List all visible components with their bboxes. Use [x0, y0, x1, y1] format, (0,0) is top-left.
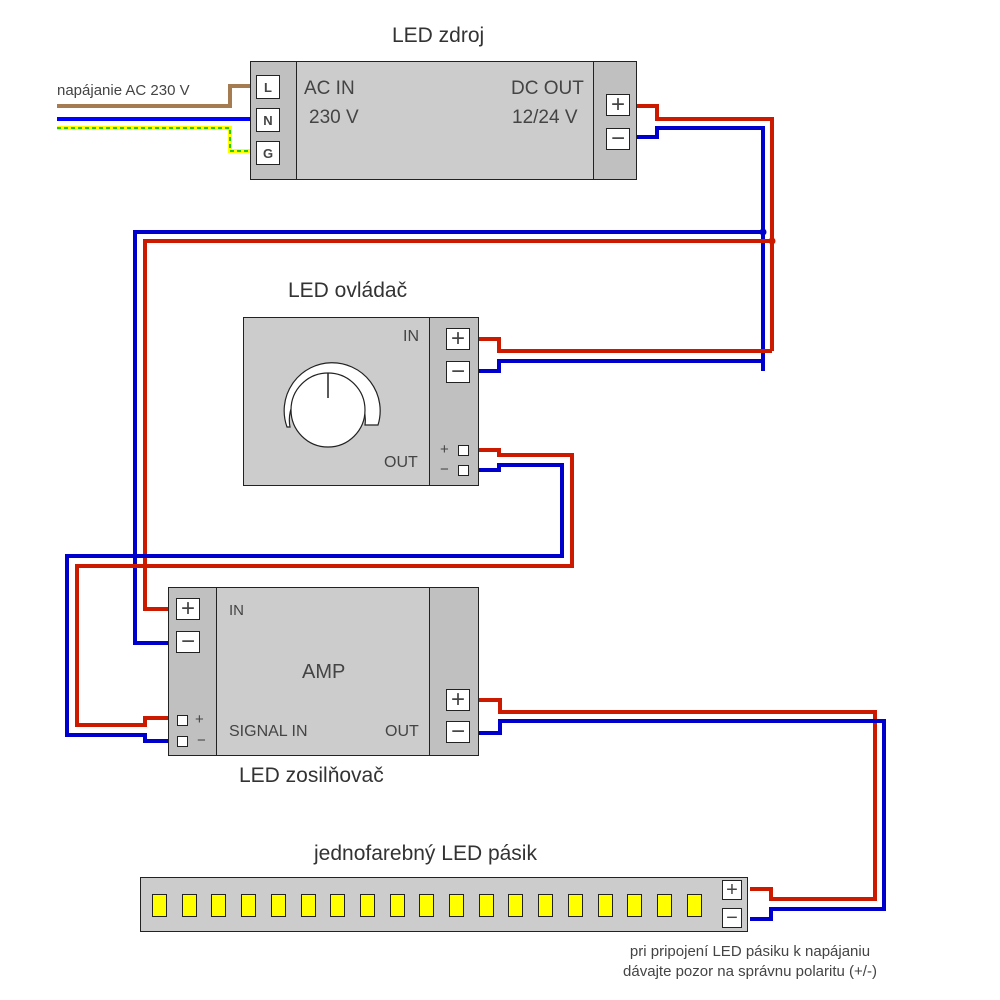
junction-positive: [768, 237, 776, 245]
led-chip: [152, 894, 167, 917]
controller-in-negative-terminal: −: [446, 360, 470, 384]
controller-out-label: OUT: [384, 454, 418, 471]
amp-in-label: IN: [229, 602, 244, 619]
amp-out-negative-terminal: −: [446, 720, 470, 744]
led-chip: [538, 894, 554, 917]
terminal-l: L: [256, 75, 280, 99]
polarity-note-line-1: pri pripojení LED pásiku k napájaniu: [629, 943, 871, 960]
strip-negative-terminal: −: [722, 907, 742, 929]
led-chip: [181, 894, 197, 917]
led-chip: [359, 894, 375, 917]
power-supply-output-panel: [593, 61, 637, 180]
terminal-n: N: [256, 108, 280, 132]
strip-positive-terminal: +: [722, 879, 742, 901]
amp-signal-minus-sign: −: [197, 732, 206, 749]
led-chip: [656, 894, 672, 917]
power-supply-title: LED zdroj: [392, 24, 485, 47]
mains-input-label: napájanie AC 230 V: [57, 82, 190, 99]
amp-in-negative-terminal: −: [176, 630, 200, 654]
terminal-g: G: [256, 141, 280, 165]
controller-out-negative-terminal: [458, 465, 469, 476]
strip-positive-wire: [478, 698, 877, 901]
led-chip: [567, 894, 583, 917]
amp-signal-negative-terminal: [177, 736, 188, 747]
ac-in-label: AC IN: [304, 78, 355, 99]
controller-in-negative-wire: [478, 359, 765, 373]
led-chip: [508, 894, 524, 917]
psu-positive-terminal: +: [606, 93, 630, 117]
controller-out-plus-sign: +: [440, 441, 449, 458]
led-chip: [330, 894, 346, 917]
dc-out-voltage: 12/24 V: [512, 107, 578, 128]
dimmer-knob-icon: [283, 362, 381, 448]
ac-in-voltage: 230 V: [309, 107, 359, 128]
amp-signal-positive-terminal: [177, 715, 188, 726]
polarity-note-line-2: dávajte pozor na správnu polaritu (+/-): [623, 963, 877, 980]
psu-negative-terminal: −: [606, 127, 630, 151]
ground-wire-base: [57, 126, 253, 153]
ground-wire-stripe: [57, 127, 253, 152]
controller-out-positive-terminal: [458, 445, 469, 456]
led-chip: [686, 894, 702, 917]
amp-out-positive-terminal: +: [446, 688, 470, 712]
led-chip: [270, 894, 286, 917]
junction-negative: [759, 228, 767, 236]
led-chip: [449, 894, 464, 917]
led-chip: [211, 894, 227, 917]
amp-center-label: AMP: [302, 661, 346, 683]
psu-negative-wire: [633, 126, 765, 371]
led-chip: [478, 894, 494, 917]
dc-out-label: DC OUT: [511, 78, 584, 99]
psu-positive-wire: [633, 104, 774, 351]
controller-in-positive-terminal: +: [446, 327, 470, 351]
amp-in-positive-terminal: +: [176, 597, 200, 621]
amplifier-title: LED zosilňovač: [239, 764, 384, 787]
signal-in-label: SIGNAL IN: [229, 723, 308, 740]
controller-in-positive-wire: [478, 337, 772, 353]
led-chip: [300, 894, 316, 917]
led-chip: [241, 894, 257, 917]
led-chip: [627, 894, 643, 917]
polarity-note: pri pripojení LED pásiku k napájaniu dáv…: [600, 942, 900, 982]
led-strip-title: jednofarebný LED pásik: [314, 842, 537, 865]
controller-in-label: IN: [403, 328, 419, 345]
led-chip: [597, 894, 613, 917]
amp-signal-plus-sign: +: [195, 711, 204, 728]
led-chip: [389, 894, 405, 917]
controller-out-minus-sign: −: [440, 461, 449, 478]
amp-out-label: OUT: [385, 723, 419, 740]
controller-title: LED ovládač: [288, 279, 408, 302]
led-chip: [419, 894, 435, 917]
